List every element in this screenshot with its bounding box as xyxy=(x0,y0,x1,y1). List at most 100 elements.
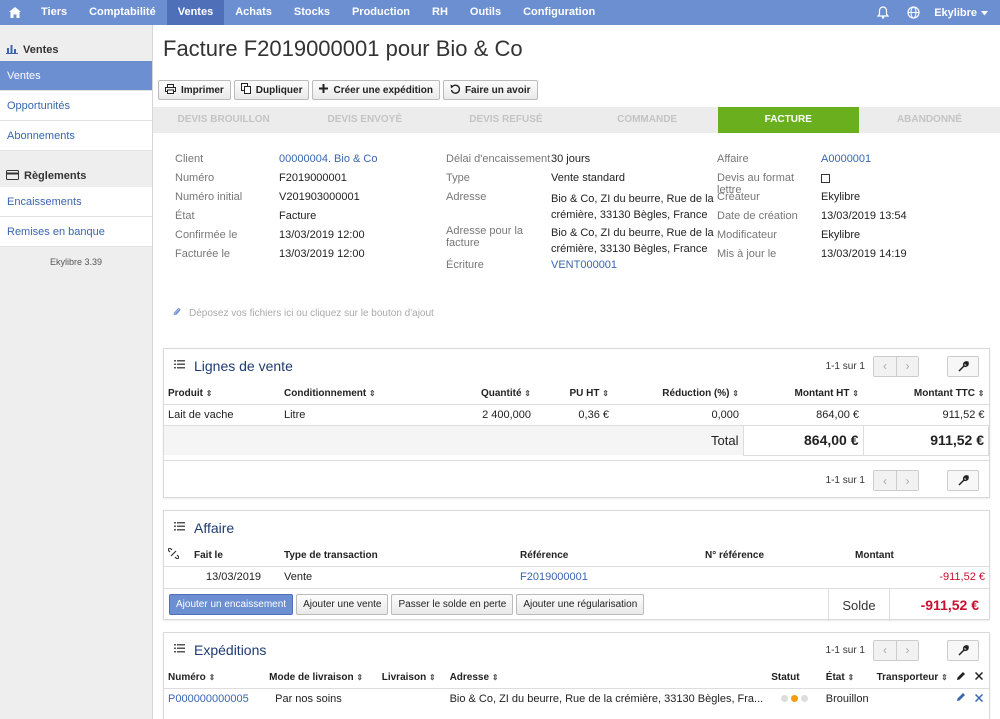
details-column-2: Délai d'encaissement 30 jours Type Vente s… xyxy=(446,153,714,278)
journal-entry-link[interactable]: VENT000001 xyxy=(551,259,617,271)
create-shipment-button[interactable]: Créer une expédition xyxy=(312,80,440,100)
nav-comptabilite[interactable]: Comptabilité xyxy=(78,0,167,25)
sidebar-item-abonnements[interactable]: Abonnements xyxy=(0,121,152,151)
field-label: Mis à jour le xyxy=(717,248,777,260)
bell-icon[interactable] xyxy=(868,0,898,25)
field-value: 13/03/2019 12:00 xyxy=(279,229,365,241)
address-line-1: Bio & Co, ZI du beurre, Rue de la xyxy=(551,227,714,239)
sidebar: Ventes Ventes Opportunités Abonnements R… xyxy=(0,25,153,719)
field-label: Facturée le xyxy=(175,248,231,260)
delete-icon[interactable] xyxy=(971,688,989,709)
sort-icon: ⇕ xyxy=(977,388,985,398)
step-commande: COMMANDE xyxy=(617,114,678,125)
panel-footer: 1-1 sur 1 ‹ › xyxy=(164,460,989,499)
column-header[interactable]: Réduction (%) ⇕ xyxy=(613,383,743,405)
home-icon[interactable] xyxy=(0,0,30,25)
file-dropzone[interactable]: Déposez vos fichiers ici ou cliquez sur … xyxy=(173,307,434,320)
close-icon[interactable] xyxy=(970,667,989,689)
add-sale-button[interactable]: Ajouter une vente xyxy=(296,594,389,615)
column-header[interactable]: Adresse ⇕ xyxy=(445,667,768,689)
sidebar-item-remises-en-banque[interactable]: Remises en banque xyxy=(0,217,152,247)
credit-note-label: Faire un avoir xyxy=(464,84,531,96)
table-header-row: Numéro ⇕ Mode de livraison ⇕ Livraison ⇕… xyxy=(164,667,989,689)
column-header[interactable]: Numéro ⇕ xyxy=(164,667,266,689)
next-page-icon[interactable]: › xyxy=(896,640,918,660)
sidebar-item-encaissements[interactable]: Encaissements xyxy=(0,187,152,217)
prev-page-icon[interactable]: ‹ xyxy=(874,471,896,490)
table-header-row: Produit ⇕ Conditionnement ⇕ Quantité ⇕ P… xyxy=(164,383,989,405)
edit-icon[interactable] xyxy=(952,688,971,709)
nav-tiers[interactable]: Tiers xyxy=(30,0,78,25)
status-dot-red xyxy=(781,694,789,702)
sort-icon: ⇕ xyxy=(602,388,609,398)
globe-icon[interactable] xyxy=(898,0,928,25)
sidebar-section-ventes: Ventes xyxy=(0,39,152,61)
field-label: Écriture xyxy=(446,259,484,271)
table-row[interactable]: 13/03/2019 Vente F2019000001 -911,52 € xyxy=(164,566,989,587)
add-payment-button[interactable]: Ajouter un encaissement xyxy=(169,594,294,615)
wrench-icon[interactable] xyxy=(947,470,979,491)
duplicate-button[interactable]: Dupliquer xyxy=(233,80,310,100)
field-label: Type xyxy=(446,172,470,184)
nav-ventes[interactable]: Ventes xyxy=(166,0,225,25)
wrench-icon[interactable] xyxy=(947,639,979,661)
field-value: Ekylibre xyxy=(821,229,861,241)
column-header[interactable]: Conditionnement ⇕ xyxy=(280,383,470,405)
table-row[interactable]: P000000000005 Par nos soins Bio & Co, ZI… xyxy=(164,688,989,709)
pagination-buttons: ‹ › xyxy=(873,355,919,377)
pagination-buttons: ‹ › xyxy=(873,639,919,661)
nav-production[interactable]: Production xyxy=(341,0,421,25)
total-row: Total 864,00 € 911,52 € xyxy=(164,424,989,456)
column-header[interactable]: Montant TTC ⇕ xyxy=(863,383,989,405)
step-facture: FACTURE xyxy=(717,107,859,133)
pagination-label: 1-1 sur 1 xyxy=(825,475,865,486)
nav-rh[interactable]: RH xyxy=(421,0,459,25)
affair-link[interactable]: A0000001 xyxy=(821,153,871,165)
sort-icon: ⇕ xyxy=(732,388,739,398)
nav-outils[interactable]: Outils xyxy=(459,0,512,25)
add-regularization-button[interactable]: Ajouter une régularisation xyxy=(516,594,645,615)
column-header[interactable]: Montant HT ⇕ xyxy=(743,383,863,405)
cell-carrier xyxy=(873,688,952,709)
client-link[interactable]: 00000004. Bio & Co xyxy=(279,153,377,165)
column-header: Type de transaction xyxy=(280,545,516,567)
status-dot-orange xyxy=(791,694,799,702)
status-dot-green xyxy=(801,694,809,702)
cell-reference-link[interactable]: F2019000001 xyxy=(516,566,701,587)
next-page-icon[interactable]: › xyxy=(896,471,918,490)
field-label: Client xyxy=(175,153,204,165)
sidebar-item-ventes[interactable]: Ventes xyxy=(0,61,152,91)
column-header[interactable]: Quantité ⇕ xyxy=(470,383,535,405)
column-header[interactable]: PU HT ⇕ xyxy=(535,383,613,405)
column-header[interactable]: Produit ⇕ xyxy=(164,383,280,405)
wrench-icon[interactable] xyxy=(947,355,979,377)
unlink-icon[interactable] xyxy=(164,545,190,567)
edit-icon[interactable] xyxy=(951,667,971,689)
user-menu[interactable]: Ekylibre xyxy=(928,7,1000,19)
write-off-button[interactable]: Passer le solde en perte xyxy=(391,594,514,615)
prev-page-icon[interactable]: ‹ xyxy=(874,356,896,376)
cell-shipment-number-link[interactable]: P000000000005 xyxy=(164,688,265,709)
status-steps: DEVIS BROUILLON DEVIS ENVOYÉ DEVIS REFUS… xyxy=(153,107,1000,133)
balance-label: Solde xyxy=(842,597,876,613)
prev-page-icon[interactable]: ‹ xyxy=(874,640,896,660)
column-header[interactable]: Transporteur ⇕ xyxy=(872,667,952,689)
print-button[interactable]: Imprimer xyxy=(158,80,231,100)
next-page-icon[interactable]: › xyxy=(896,356,918,376)
nav-stocks[interactable]: Stocks xyxy=(283,0,341,25)
main-content: Facture F2019000001 pour Bio & Co Imprim… xyxy=(153,25,1000,719)
column-header[interactable]: Mode de livraison ⇕ xyxy=(265,667,378,689)
table-header-row: Fait le Type de transaction Référence N°… xyxy=(164,545,989,567)
table-row[interactable]: Lait de vache Litre 2 400,000 0,36 € 0,0… xyxy=(164,404,989,425)
credit-card-icon xyxy=(6,169,19,183)
sidebar-item-opportunites[interactable]: Opportunités xyxy=(0,91,152,121)
top-navbar: Tiers Comptabilité Ventes Achats Stocks … xyxy=(0,0,1000,25)
details-column-3: Affaire A0000001 Devis au format lettre C… xyxy=(717,153,907,267)
field-value: Vente standard xyxy=(551,172,626,184)
column-header[interactable]: État ⇕ xyxy=(821,667,873,689)
nav-configuration[interactable]: Configuration xyxy=(512,0,606,25)
nav-achats[interactable]: Achats xyxy=(224,0,283,25)
sidebar-section-reglements: Règlements xyxy=(0,165,152,187)
column-header[interactable]: Livraison ⇕ xyxy=(377,667,446,689)
credit-note-button[interactable]: Faire un avoir xyxy=(442,80,538,100)
